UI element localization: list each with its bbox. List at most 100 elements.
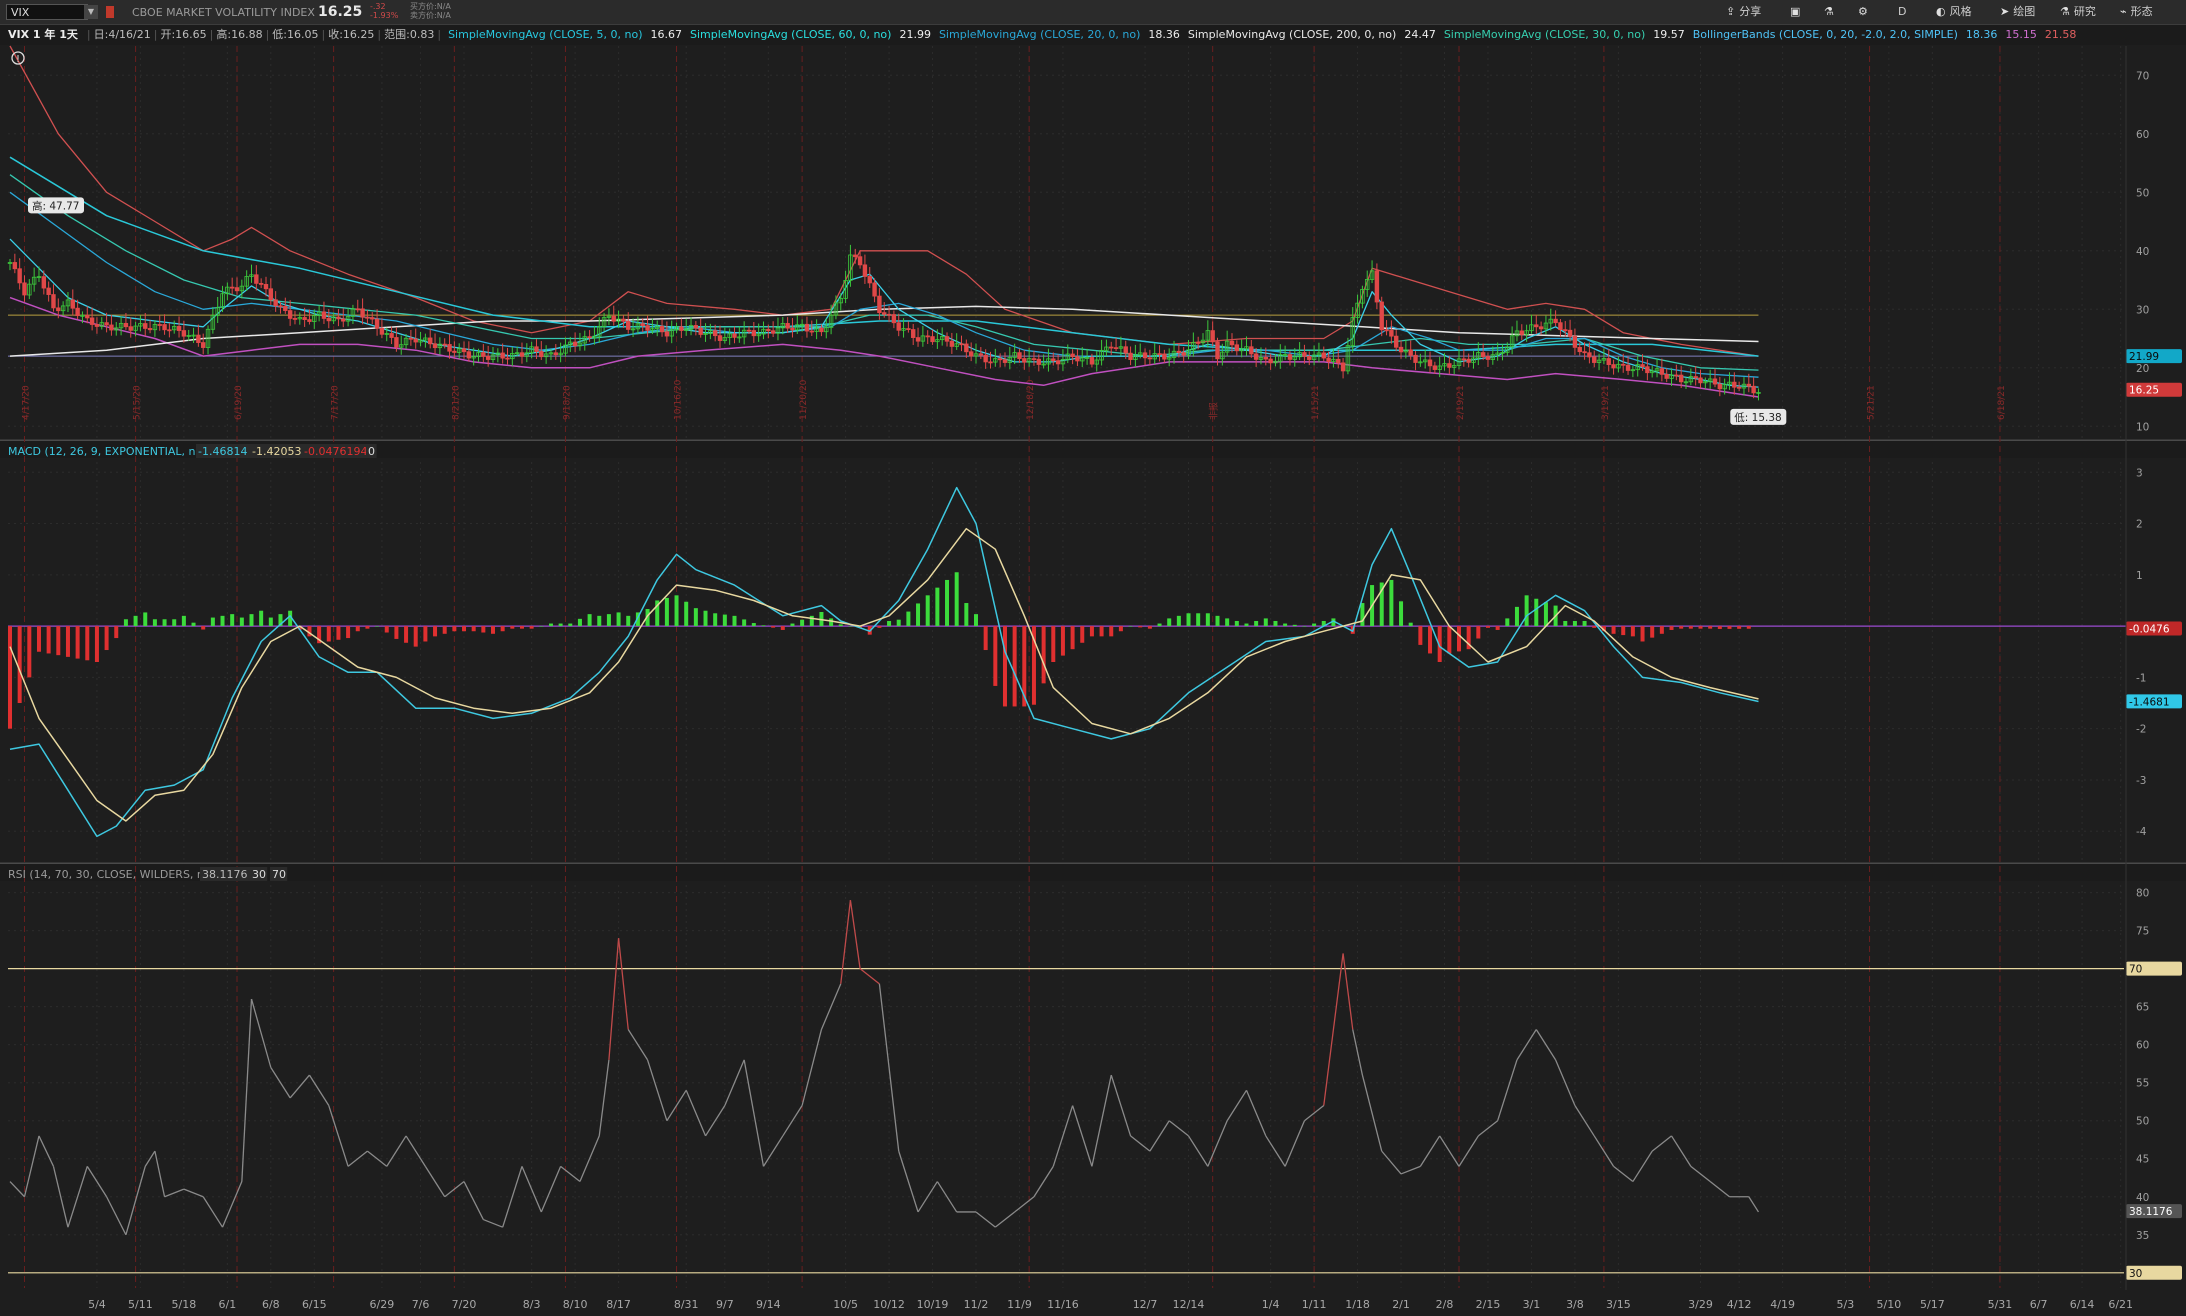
candle-body bbox=[307, 319, 312, 322]
x-tick-label: 6/21 bbox=[2108, 1298, 2133, 1311]
macd-histogram-bar bbox=[1563, 620, 1568, 627]
price-y-tick: 50 bbox=[2136, 187, 2149, 199]
candle-body bbox=[1447, 363, 1452, 368]
macd-histogram-bar bbox=[1727, 626, 1732, 629]
x-tick-label: 11/9 bbox=[1007, 1298, 1032, 1311]
low-annotation: 低: 15.38 bbox=[1730, 408, 1787, 425]
candle-body bbox=[659, 325, 665, 333]
candle-body bbox=[500, 352, 505, 359]
macd-histogram-bar bbox=[65, 626, 70, 657]
macd-histogram-bar bbox=[1147, 626, 1152, 629]
macd-histogram-bar bbox=[1205, 613, 1210, 627]
rsi-value-label: 38.1176 bbox=[200, 867, 251, 881]
candle-body bbox=[746, 329, 752, 332]
candle-body bbox=[1485, 356, 1491, 360]
x-tick-label: 12/14 bbox=[1173, 1298, 1205, 1311]
candle-body bbox=[1567, 329, 1573, 337]
macd-histogram-bar bbox=[404, 626, 409, 643]
candle-body bbox=[1253, 353, 1259, 360]
macd-histogram-bar bbox=[1089, 626, 1094, 637]
macd-histogram-bar bbox=[616, 612, 621, 627]
x-tick-label: 3/29 bbox=[1688, 1298, 1713, 1311]
candle-body bbox=[263, 283, 269, 290]
macd-histogram-bar bbox=[935, 587, 940, 627]
candle-body bbox=[1480, 352, 1486, 357]
candle-body bbox=[365, 316, 370, 319]
candle-body bbox=[572, 341, 578, 347]
candle-body bbox=[360, 308, 365, 318]
candle-body bbox=[925, 335, 930, 338]
macd-histogram-bar bbox=[1708, 626, 1713, 629]
macd-histogram-bar bbox=[452, 626, 457, 632]
x-tick-label: 7/6 bbox=[412, 1298, 430, 1311]
candle-body bbox=[442, 343, 447, 346]
chart-canvas[interactable]: 10 20 30 40 50 60 70 -4 -3 -2 -1 0 1 2 3 30 35 40 45 50 55 60… bbox=[0, 0, 2186, 1316]
candle-body bbox=[611, 315, 616, 322]
expiration-label: 6/18/21 bbox=[1997, 385, 2007, 420]
macd-histogram-bar bbox=[664, 597, 669, 627]
macd-histogram-bar bbox=[1263, 618, 1268, 627]
candle-body bbox=[167, 329, 172, 332]
expiration-label: 12/18/20 bbox=[1026, 379, 1036, 420]
macd-histogram-bar bbox=[1746, 626, 1751, 629]
svg-text:38.1176: 38.1176 bbox=[202, 868, 248, 881]
rsi-y-tick: 80 bbox=[2136, 888, 2149, 900]
macd-histogram-bar bbox=[1495, 626, 1500, 630]
macd-y-tick: 3 bbox=[2136, 467, 2143, 479]
candle-body bbox=[1389, 330, 1394, 337]
candle-body bbox=[949, 340, 955, 347]
macd-histogram-bar bbox=[162, 619, 167, 627]
rsi-y-tick: 40 bbox=[2136, 1192, 2149, 1204]
macd-histogram-bar bbox=[1534, 598, 1539, 627]
candle-body bbox=[1427, 359, 1433, 367]
candle-body bbox=[1210, 330, 1215, 343]
macd-histogram-bar bbox=[519, 626, 524, 629]
macd-histogram-bar bbox=[355, 626, 360, 632]
macd-histogram-bar bbox=[529, 626, 534, 629]
candle-body bbox=[766, 328, 771, 332]
macd-histogram-bar bbox=[1157, 623, 1162, 627]
macd-histogram-bar bbox=[46, 626, 51, 654]
macd-y-tick: -2 bbox=[2136, 724, 2146, 736]
candle-body bbox=[809, 330, 814, 333]
candle-body bbox=[862, 264, 868, 277]
candle-body bbox=[983, 354, 988, 363]
candle-body bbox=[1625, 364, 1631, 371]
svg-text:-0.0476: -0.0476 bbox=[2129, 624, 2170, 636]
candle-body bbox=[1582, 351, 1587, 354]
candle-body bbox=[1162, 353, 1167, 360]
macd-value-tag: -1.4681 bbox=[2126, 694, 2182, 709]
candle-body bbox=[12, 262, 18, 270]
macd-histogram-bar bbox=[1572, 620, 1577, 627]
candle-body bbox=[1070, 353, 1075, 358]
rsi-y-tick: 65 bbox=[2136, 1002, 2149, 1014]
candle-body bbox=[964, 343, 969, 353]
macd-histogram-bar bbox=[742, 619, 747, 627]
candle-body bbox=[693, 325, 699, 329]
candle-body bbox=[481, 352, 486, 357]
candle-body bbox=[770, 330, 776, 334]
x-tick-label: 11/16 bbox=[1047, 1298, 1079, 1311]
candle-body bbox=[1736, 386, 1742, 389]
candle-body bbox=[1268, 358, 1273, 364]
x-tick-label: 8/10 bbox=[563, 1298, 588, 1311]
rsi-overbought-tag: 70 bbox=[2126, 961, 2182, 976]
candle-body bbox=[519, 352, 525, 357]
x-tick-label: 2/15 bbox=[1476, 1298, 1501, 1311]
high-annotation: 高: 47.77 bbox=[28, 197, 84, 214]
candle-body bbox=[1379, 301, 1384, 331]
macd-histogram-bar bbox=[230, 614, 235, 627]
candle-body bbox=[1645, 366, 1650, 374]
macd-histogram-bar bbox=[114, 626, 119, 639]
candle-body bbox=[891, 314, 897, 324]
panel-macd bbox=[8, 462, 2124, 862]
svg-text:-1.4681: -1.4681 bbox=[2129, 696, 2170, 708]
candle-body bbox=[1408, 349, 1413, 356]
candle-body bbox=[336, 316, 341, 320]
price-y-tick: 60 bbox=[2136, 129, 2149, 141]
x-tick-label: 10/19 bbox=[917, 1298, 949, 1311]
candle-body bbox=[452, 350, 457, 353]
x-tick-label: 6/8 bbox=[262, 1298, 280, 1311]
candle-body bbox=[906, 328, 911, 330]
candle-body bbox=[94, 324, 100, 327]
